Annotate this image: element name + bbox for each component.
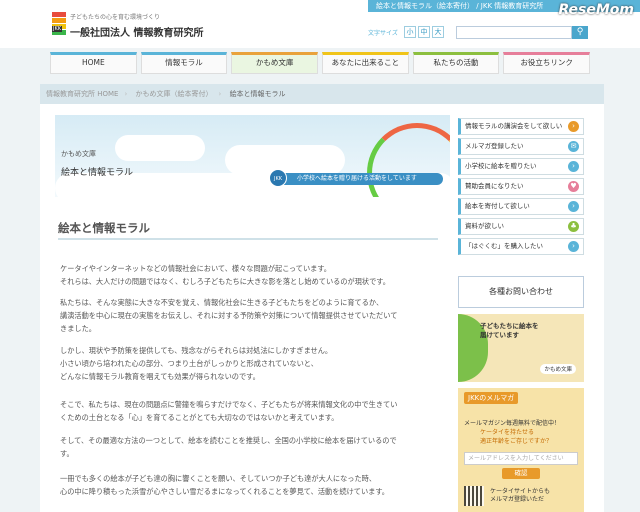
mailmag-email-input[interactable]: メールアドレスを入力してください — [464, 452, 578, 465]
cloud — [225, 145, 345, 175]
promo-text: 子どもたちに絵本を 届けています — [480, 322, 539, 340]
mail-icon: ✉ — [568, 141, 579, 152]
sidebar-item-request-books[interactable]: 絵本を寄付して欲しい › — [458, 198, 584, 215]
paragraph-line: す。 — [60, 449, 74, 458]
paragraph-line: 小さい頃から培われた心の部分、つまり土台がしっかりと形成されていないと、 — [60, 359, 318, 368]
contact-button[interactable]: 各種お問い合わせ — [458, 276, 584, 308]
paragraph-1: ケータイやインターネットなどの情報社会において、様々な問題が起こっています。 そ… — [60, 262, 445, 288]
sidebar-item-buy-hagukumu[interactable]: 「はぐくむ」を購入したい › — [458, 238, 584, 255]
paragraph-line: ケータイやインターネットなどの情報社会において、様々な問題が起こっています。 — [60, 264, 331, 273]
mailmag-question: ケータイを持たせる 適正年齢をご存じですか？ — [480, 428, 552, 446]
sidebar-links: 情報モラルの講演会をして欲しい › メルマガ登録したい ✉ 小学校に絵本を贈りたい ›… — [458, 118, 584, 258]
paragraph-line: しかし、現状や予防策を提供しても、残念ながらそれらは対処法にしかすぎません。 — [60, 346, 333, 355]
paragraph-6: 一冊でも多くの絵本が子ども達の胸に響くことを願い、そしていつか子ども達が大人にな… — [60, 472, 445, 498]
watermark: ReseMom — [558, 2, 634, 18]
nav-home[interactable]: HOME — [50, 52, 137, 74]
book-icon: › — [568, 161, 579, 172]
nav-links[interactable]: お役立ちリンク — [503, 52, 591, 74]
search-input[interactable] — [456, 26, 572, 39]
sidebar-item-mailmag[interactable]: メルマガ登録したい ✉ — [458, 138, 584, 155]
logo-abbr: JKK — [52, 26, 63, 32]
mailmag-submit-button[interactable]: 確認 — [502, 468, 540, 479]
font-size-medium-button[interactable]: 中 — [418, 26, 430, 38]
rainbow-illustration — [367, 123, 450, 197]
mailmag-footer-line: ケータイサイトからも — [490, 488, 551, 495]
main-nav: HOME 情報モラル かもめ文庫 あなたに出来ること 私たちの活動 お役立ちリン… — [50, 52, 591, 74]
heart-icon: ♥ — [568, 181, 579, 192]
sidebar-item-lecture[interactable]: 情報モラルの講演会をして欲しい › — [458, 118, 584, 135]
sidebar-item-label: 「はぐくむ」を購入したい — [465, 242, 543, 250]
breadcrumb-kamome[interactable]: かもめ文庫（絵本寄付） — [136, 90, 213, 98]
paragraph-line: きました。 — [60, 324, 96, 333]
nav-kamome[interactable]: かもめ文庫 — [231, 52, 319, 74]
sidebar-item-label: 賛助会員になりたい — [465, 182, 524, 190]
hero-banner: かもめ文庫 絵本と情報モラル 小学校へ絵本を贈り届ける活動をしています JKK — [55, 115, 450, 197]
hero-title: 絵本と情報モラル — [61, 168, 134, 178]
promo-sign: かもめ文庫 — [540, 364, 576, 374]
paragraph-line: 心の中に降り積もった浜雪が心やさしい雪だるまになってくれることを夢見て、活動を続… — [60, 487, 389, 496]
breadcrumb-home[interactable]: 情報教育研究所 HOME — [46, 90, 118, 98]
font-size-label: 文字サイズ — [368, 30, 398, 37]
paragraph-line: 講演活動を中心に現在の実態をお伝えし、それに対する予防策や対策について情報提供さ… — [60, 311, 398, 320]
sidebar-item-donate-books[interactable]: 小学校に絵本を贈りたい › — [458, 158, 584, 175]
nav-activities[interactable]: 私たちの活動 — [412, 52, 500, 74]
book-icon: › — [568, 241, 579, 252]
logo-icon[interactable] — [52, 12, 66, 38]
breadcrumb-current: 絵本と情報モラル — [229, 90, 286, 98]
paragraph-4: そこで、私たちは、現在の問題点に警鐘を鳴らすだけでなく、子どもたちが将来情報文化… — [60, 398, 445, 424]
mailmag-title: JKKのメルマガ — [464, 392, 519, 404]
font-size-large-button[interactable]: 大 — [432, 26, 444, 38]
paragraph-line: それらは、大人だけの問題ではなく、むしろ子どもたちに大きな影を落とし始めているの… — [60, 277, 390, 286]
promo-banner[interactable]: 子どもたちに絵本を 届けています かもめ文庫 — [458, 314, 584, 382]
page-title: 絵本と情報モラル — [58, 220, 438, 240]
sidebar-item-materials[interactable]: 資料が欲しい ♣ — [458, 218, 584, 235]
sidebar-item-label: 情報モラルの講演会をして欲しい — [465, 122, 563, 130]
paragraph-line: くための土台となる「心」を育てることがとても大切なのではないかと考えています。 — [60, 413, 339, 422]
sidebar-item-label: 小学校に絵本を贈りたい — [465, 162, 537, 170]
font-size-small-button[interactable]: 小 — [404, 26, 416, 38]
breadcrumb-separator: › — [218, 90, 222, 98]
search-icon[interactable]: ⚲ — [572, 26, 588, 39]
hero-ribbon: 小学校へ絵本を贈り届ける活動をしています — [283, 173, 443, 185]
paragraph-5: そして、その最適な方法の一つとして、絵本を読むことを推奨し、全国の小学校に絵本を… — [60, 434, 445, 460]
breadcrumb: 情報教育研究所 HOME › かもめ文庫（絵本寄付） › 絵本と情報モラル — [40, 84, 604, 104]
paragraph-line: そして、その最適な方法の一つとして、絵本を読むことを推奨し、全国の小学校に絵本を… — [60, 436, 397, 445]
mailmag-question-line: 適正年齢をご存じですか？ — [480, 438, 553, 445]
book-icon: › — [568, 201, 579, 212]
clover-icon: ♣ — [568, 221, 579, 232]
mailmag-desc: メールマガジン毎週無料で配信中！ — [464, 420, 561, 427]
sidebar-item-member[interactable]: 賛助会員になりたい ♥ — [458, 178, 584, 195]
site-header: JKK 子どもたちの心を育む環境づくり 一般社団法人 情報教育研究所 絵本と情報… — [0, 0, 640, 48]
hero-badge: JKK — [269, 169, 287, 187]
paragraph-2: 私たちは、そんな実態に大きな不安を覚え、情報化社会に生きる子どもたちをどのように… — [60, 296, 445, 335]
megaphone-icon: › — [568, 121, 579, 132]
promo-line: 届けています — [480, 331, 519, 339]
qr-code-icon — [464, 486, 484, 506]
promo-line: 子どもたちに絵本を — [480, 322, 539, 330]
mailmag-footer-line: メルマガ登録いただ — [490, 496, 545, 503]
paragraph-line: どんなに情報モラル教育を唱えても効果が得られないのです。 — [60, 372, 260, 381]
paragraph-line: そこで、私たちは、現在の問題点に警鐘を鳴らすだけでなく、子どもたちが将来情報文化… — [60, 400, 398, 409]
nav-what-you-can-do[interactable]: あなたに出来ること — [322, 52, 409, 74]
cloud — [115, 135, 205, 161]
mailmag-box: JKKのメルマガ メールマガジン毎週無料で配信中！ ケータイを持たせる 適正年齢… — [458, 388, 584, 512]
paragraph-line: 一冊でも多くの絵本が子ども達の胸に響くことを願い、そしていつか子ども達が大人にな… — [60, 474, 377, 483]
breadcrumb-separator: › — [124, 90, 128, 98]
hero-subtitle: かもめ文庫 — [61, 150, 96, 158]
paragraph-3: しかし、現状や予防策を提供しても、残念ながらそれらは対処法にしかすぎません。 小… — [60, 344, 445, 383]
mailmag-footer: ケータイサイトからも メルマガ登録いただ — [490, 488, 550, 504]
sidebar-item-label: メルマガ登録したい — [465, 142, 524, 150]
mailmag-question-line: ケータイを持たせる — [480, 429, 535, 436]
sidebar-item-label: 資料が欲しい — [465, 222, 504, 230]
sidebar-item-label: 絵本を寄付して欲しい — [465, 202, 530, 210]
paragraph-line: 私たちは、そんな実態に大きな不安を覚え、情報化社会に生きる子どもたちをどのように… — [60, 298, 384, 307]
site-name[interactable]: 一般社団法人 情報教育研究所 — [70, 24, 203, 39]
nav-moral[interactable]: 情報モラル — [140, 52, 228, 74]
site-tagline: 子どもたちの心を育む環境づくり — [70, 14, 161, 21]
